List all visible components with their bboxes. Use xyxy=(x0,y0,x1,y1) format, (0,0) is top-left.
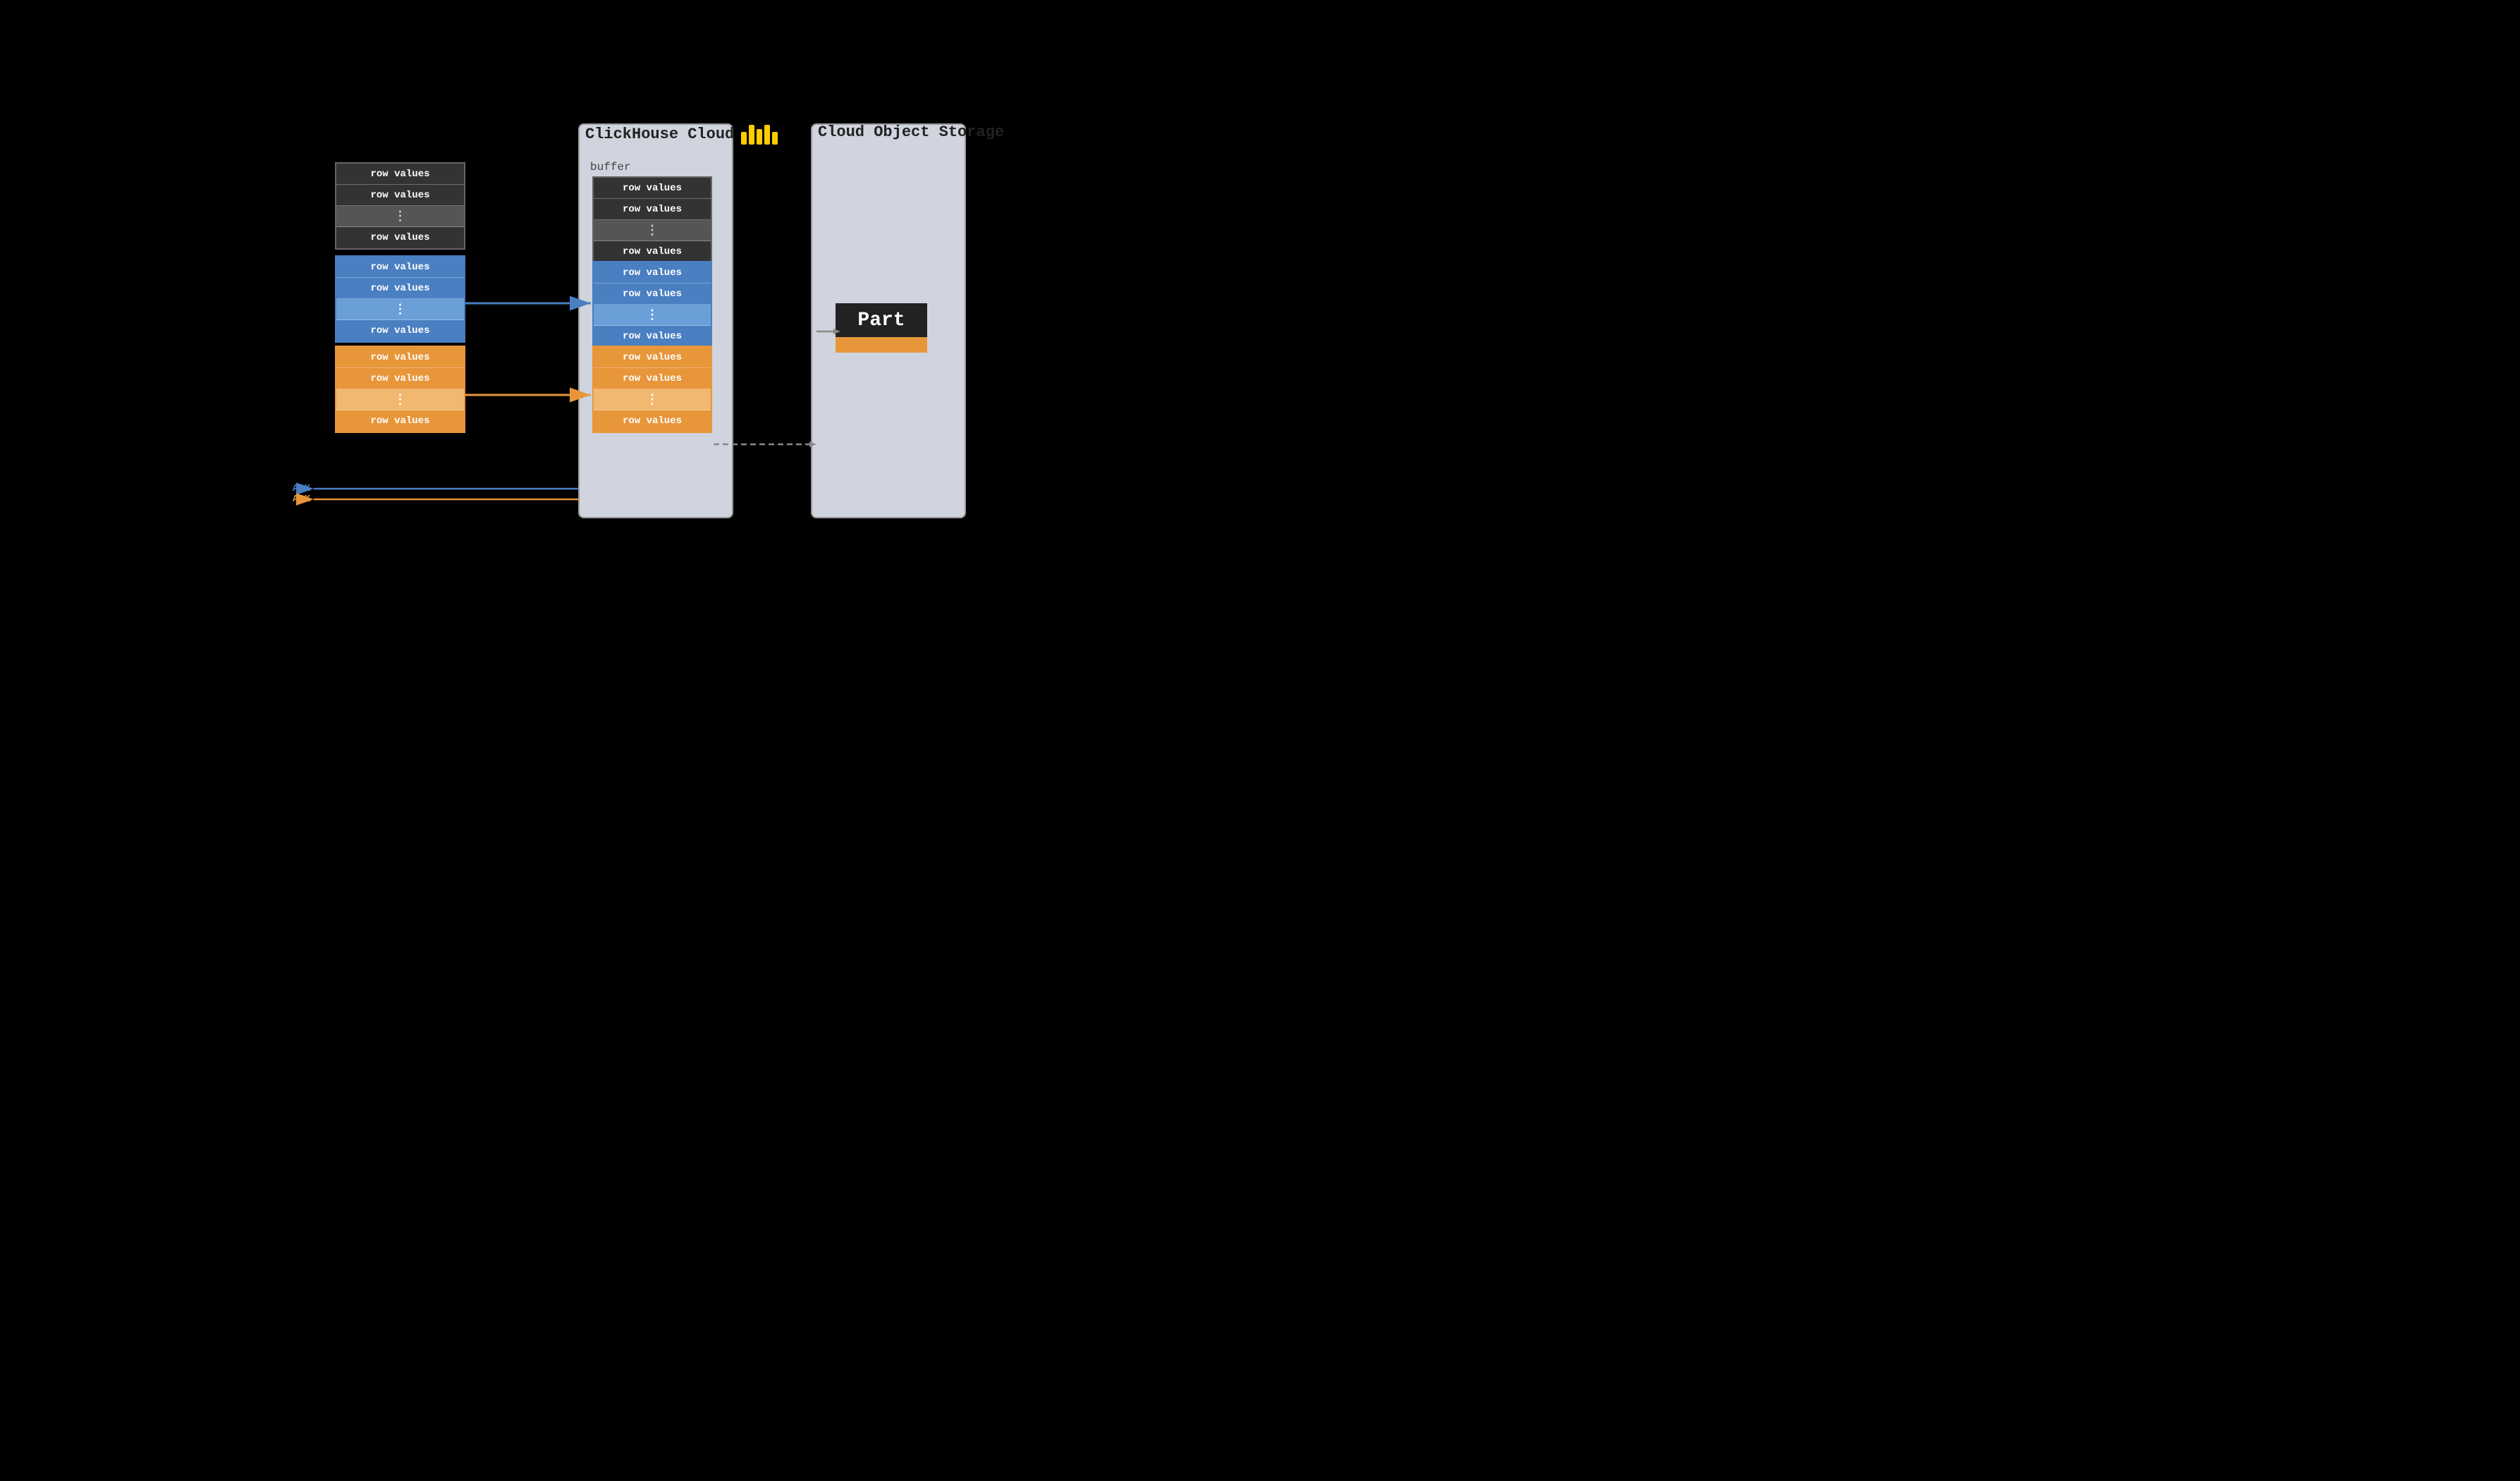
clickhouse-cloud-title: ClickHouse Cloud xyxy=(585,123,778,145)
left-orange-row-3: row values xyxy=(336,410,464,432)
part-top: Part xyxy=(836,303,927,337)
part-label: Part xyxy=(857,310,905,331)
ch-dark-row-2: row values xyxy=(594,199,711,220)
ch-orange-dots: ⋮ xyxy=(594,389,711,410)
ch-dark-block: row values row values ⋮ row values xyxy=(592,176,712,264)
left-orange-dots: ⋮ xyxy=(336,389,464,410)
left-blue-row-2: row values xyxy=(336,278,464,299)
left-blue-row-1: row values xyxy=(336,257,464,278)
ch-bar-4 xyxy=(764,125,770,145)
ch-blue-block: row values row values ⋮ row values xyxy=(592,261,712,348)
cloud-storage-title: Cloud Object Storage xyxy=(818,123,1004,141)
ack-orange-label: ACK xyxy=(293,494,310,505)
left-orange-block: row values row values ⋮ row values xyxy=(335,346,465,433)
ch-orange-block: row values row values ⋮ row values xyxy=(592,346,712,433)
ch-bar-2 xyxy=(749,125,754,145)
part-block: Part xyxy=(836,303,927,353)
ch-blue-row-1: row values xyxy=(594,262,711,284)
ch-orange-row-3: row values xyxy=(594,410,711,432)
ch-bar-5 xyxy=(772,132,778,145)
left-dark-row-3: row values xyxy=(336,227,464,248)
ch-dark-dots: ⋮ xyxy=(594,220,711,241)
ch-blue-row-3: row values xyxy=(594,326,711,347)
ch-bar-3 xyxy=(757,129,762,145)
buffer-label: buffer xyxy=(590,161,631,173)
ch-bar-1 xyxy=(741,132,747,145)
left-dark-row-2: row values xyxy=(336,185,464,206)
left-blue-row-3: row values xyxy=(336,320,464,341)
left-dark-row-1: row values xyxy=(336,164,464,185)
ch-dark-row-1: row values xyxy=(594,178,711,199)
left-blue-block: row values row values ⋮ row values xyxy=(335,255,465,343)
left-orange-row-2: row values xyxy=(336,368,464,389)
ch-blue-dots: ⋮ xyxy=(594,305,711,326)
ack-blue-label: ACK xyxy=(293,483,310,494)
ch-blue-row-2: row values xyxy=(594,284,711,305)
left-dark-dots: ⋮ xyxy=(336,206,464,227)
ch-orange-row-1: row values xyxy=(594,347,711,368)
ch-orange-row-2: row values xyxy=(594,368,711,389)
left-blue-dots: ⋮ xyxy=(336,299,464,320)
part-bottom xyxy=(836,337,927,353)
clickhouse-logo xyxy=(741,123,778,145)
diagram-area: ClickHouse Cloud Cloud Object Storage bu… xyxy=(0,0,2520,1481)
clickhouse-cloud-label: ClickHouse Cloud xyxy=(585,126,734,143)
left-dark-block: row values row values ⋮ row values xyxy=(335,162,465,250)
ch-dark-row-3: row values xyxy=(594,241,711,262)
left-orange-row-1: row values xyxy=(336,347,464,368)
